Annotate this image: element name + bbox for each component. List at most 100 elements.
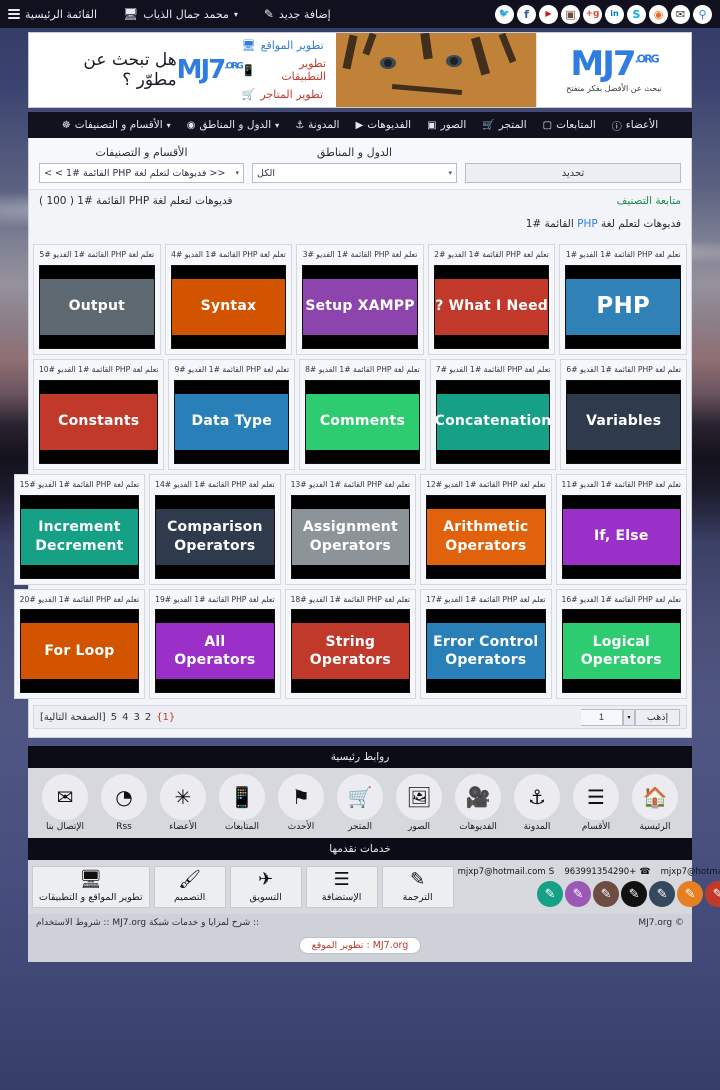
terms-link[interactable]: :: شرح لمزايا و خدمات شبكة MJ7.org :: شر… [36,918,259,928]
page-link[interactable]: 4 [122,712,128,723]
email-icon[interactable]: ✉ [671,4,690,24]
video-card[interactable]: تعلم لغة PHP القائمة #1 الفديو #13 Assign… [284,473,417,585]
video-thumbnail[interactable]: What I Need ? [433,264,550,349]
video-card[interactable]: تعلم لغة PHP القائمة #1 الفديو #10 Consta… [32,358,165,470]
video-card[interactable]: تعلم لغة PHP القائمة #1 الفديو #9 Data Ty… [168,358,296,470]
video-thumbnail[interactable]: Comments [305,379,420,464]
service-item[interactable]: ✈ التسويق [229,866,302,909]
categories-select[interactable]: ▾ << فديوهات لتعلم لغة PHP القائمة #1 > … [39,163,244,183]
user-menu[interactable]: ▾ محمد جمال الذياب 🖥 [123,7,238,21]
service-item[interactable]: 🖌 التصميم [153,866,226,909]
search-icon[interactable]: ⚲ [693,4,712,24]
header-service-item[interactable]: تطوير المواقع 🖥 [242,39,324,52]
brush-icon[interactable]: ✎ [621,881,648,908]
footer-link[interactable]: ◔ Rss [96,774,152,832]
next-page-link[interactable]: [الصفحة التالية] [40,712,106,723]
footer-link[interactable]: ⚑ الأحدث [273,774,329,832]
site-logo[interactable]: MJ7.ORG نبحث عن الأفضل بفكر منفتح [536,33,691,107]
video-thumbnail[interactable]: If, Else [561,494,681,579]
brush-icon[interactable]: ✎ [593,881,620,908]
nav-item-members[interactable]: الأعضاء ⓘ [612,118,658,133]
video-thumbnail[interactable]: Data Type [174,379,290,464]
video-card[interactable]: تعلم لغة PHP القائمة #1 الفديو #8 Comment… [299,358,426,470]
video-thumbnail[interactable]: Syntax [170,264,287,349]
nav-item-follows[interactable]: المتابعات ▢ [543,119,596,131]
video-card[interactable]: تعلم لغة PHP القائمة #1 الفديو #4 Syntax [164,244,293,355]
service-item[interactable]: ☰ الإستضافة [305,866,378,909]
countries-select[interactable]: ▾ الكل [252,163,457,183]
video-thumbnail[interactable]: Variables [566,379,681,464]
page-spinner-icon[interactable]: ▾ [623,708,635,726]
subtitle-highlight[interactable]: PHP [577,218,598,230]
contact-item[interactable]: ☎ +963991354290 [564,867,650,877]
video-thumbnail[interactable]: For Loop [19,609,140,694]
video-card[interactable]: تعلم لغة PHP القائمة #1 الفديو #20 For Lo… [13,588,146,700]
rss-icon[interactable]: ◉ [649,4,668,24]
linkedin-icon[interactable]: in [605,4,624,24]
video-card[interactable]: تعلم لغة PHP القائمة #1 الفديو #7 Concate… [429,358,557,470]
page-number-input[interactable] [581,708,623,726]
video-card[interactable]: تعلم لغة PHP القائمة #1 الفديو #15 Increm… [13,473,146,585]
video-thumbnail[interactable]: Setup XAMPP [302,264,418,349]
video-thumbnail[interactable]: Concatenation [435,379,551,464]
footer-link[interactable]: ☰ الأقسام [568,774,624,832]
video-thumbnail[interactable]: Output [39,264,155,349]
video-card[interactable]: تعلم لغة PHP القائمة #1 الفديو #2 What I … [427,244,556,355]
footer-link[interactable]: ✉ الإتصال بنا [37,774,93,832]
footer-link[interactable]: ⚓ المدونة [509,774,565,832]
brush-icon[interactable]: ✎ [565,881,592,908]
footer-link[interactable]: ✳ الأعضاء [155,774,211,832]
video-card[interactable]: تعلم لغة PHP القائمة #1 الفديو #14 Compar… [149,473,281,585]
skype-icon[interactable]: S [627,4,646,24]
developer-pill[interactable]: MJ7.org : تطوير الموقع [298,937,422,955]
add-new-button[interactable]: إضافة جديد ✎ [264,7,331,21]
nav-item-blog[interactable]: المدونة ⚓ [295,119,339,131]
main-menu-button[interactable]: القائمة الرئيسية [8,7,97,21]
video-card[interactable]: تعلم لغة PHP القائمة #1 الفديو #16 Logica… [555,588,687,700]
video-card[interactable]: تعلم لغة PHP القائمة #1 الفديو #18 String… [284,588,417,700]
instagram-icon[interactable]: ▣ [561,4,580,24]
video-thumbnail[interactable]: Arithmetic Operators [426,494,546,579]
video-thumbnail[interactable]: PHP [565,264,681,349]
video-thumbnail[interactable]: Error Control Operators [426,609,546,694]
nav-item-store[interactable]: المتجر 🛒 [482,119,526,131]
header-service-item[interactable]: تطوير التطبيقات 📱 [242,57,326,83]
nav-item-videos[interactable]: الفديوهات ▶ [355,119,411,131]
service-item[interactable]: 🖥 تطوير المواقع و التطبيقات [32,866,150,909]
video-thumbnail[interactable]: Constants [38,379,159,464]
footer-link[interactable]: 🛒 المتجر [332,774,388,832]
footer-link[interactable]: 🏠 الرئيسية [627,774,683,832]
nav-item-photos[interactable]: الصور ▣ [427,119,466,131]
nav-item-countries[interactable]: ▾ الدول و المناطق ◉ [187,119,280,131]
header-service-item[interactable]: تطوير المتاجر 🛒 [242,88,323,101]
video-thumbnail[interactable]: Assignment Operators [290,494,411,579]
page-link[interactable]: 2 [145,712,151,723]
video-card[interactable]: تعلم لغة PHP القائمة #1 الفديو #5 Output [33,244,161,355]
youtube-icon[interactable]: ▶ [539,4,558,24]
video-card[interactable]: تعلم لغة PHP القائمة #1 الفديو #12 Arithm… [420,473,552,585]
go-button[interactable]: إذهب [635,708,680,726]
video-card[interactable]: تعلم لغة PHP القائمة #1 الفديو #17 Error … [420,588,552,700]
nav-item-categories[interactable]: ▾ الأقسام و التصنيفات ☸ [62,119,171,131]
page-link[interactable]: 5 [111,712,117,723]
brush-icon[interactable]: ✎ [677,881,704,908]
footer-link[interactable]: 📱 المتابعات [214,774,270,832]
twitter-icon[interactable]: 🐦 [495,4,514,24]
video-thumbnail[interactable]: String Operators [290,609,411,694]
contact-item[interactable]: ✉mjxp7@hotmail.com [661,867,720,877]
googleplus-icon[interactable]: g+ [583,4,602,24]
video-card[interactable]: تعلم لغة PHP القائمة #1 الفديو #19 All Ope… [149,588,281,700]
video-card[interactable]: تعلم لغة PHP القائمة #1 الفديو #11 If, El… [555,473,687,585]
video-thumbnail[interactable]: All Operators [155,609,275,694]
video-thumbnail[interactable]: Increment Decrement [19,494,140,579]
video-card[interactable]: تعلم لغة PHP القائمة #1 الفديو #1 PHP [559,244,687,355]
brush-icon[interactable]: ✎ [649,881,676,908]
footer-link[interactable]: 🎥 الفديوهات [450,774,506,832]
footer-link[interactable]: 🖼 الصور [391,774,447,832]
video-card[interactable]: تعلم لغة PHP القائمة #1 الفديو #3 Setup X… [296,244,424,355]
brush-icon[interactable]: ✎ [537,881,564,908]
brush-icon[interactable]: ✎ [705,881,720,908]
service-item[interactable]: ✎ الترجمة [381,866,454,909]
video-thumbnail[interactable]: Comparison Operators [155,494,275,579]
video-card[interactable]: تعلم لغة PHP القائمة #1 الفديو #6 Variabl… [560,358,687,470]
